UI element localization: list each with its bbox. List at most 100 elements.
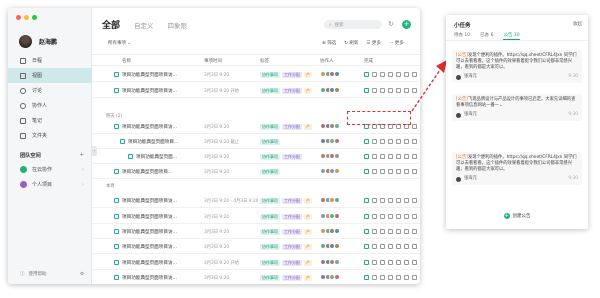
task-checkbox[interactable] (114, 72, 119, 77)
action-icon[interactable] (396, 275, 401, 280)
task-checkbox[interactable] (114, 275, 119, 280)
action-icon[interactable] (380, 169, 385, 174)
action-icon[interactable] (388, 260, 393, 265)
action-icon[interactable] (388, 198, 393, 203)
action-icon[interactable] (396, 244, 401, 249)
action-icon[interactable] (380, 198, 385, 203)
table-row[interactable]: 项目功能典型页面项目... 3月3日 9:20 截止 协作事项 (92, 135, 420, 149)
action-icon[interactable] (380, 139, 385, 144)
table-row[interactable]: 项目功能典型页面项目访... 3月3日 9:20 协作事项 工作分配产 (92, 68, 420, 82)
action-icon[interactable] (412, 88, 417, 93)
action-icon[interactable] (364, 275, 369, 280)
action-icon[interactable] (380, 72, 385, 77)
minimize-window-icon[interactable] (24, 15, 29, 20)
task-checkbox[interactable] (114, 260, 119, 265)
action-icon[interactable] (412, 275, 417, 280)
action-icon[interactable] (388, 214, 393, 219)
action-icon[interactable] (388, 275, 393, 280)
create-announcement-button[interactable]: + 创建公告 (446, 213, 588, 219)
table-row[interactable]: 项目功能典型页面... 3月3日 9:20 协作事项 工作分配 (92, 150, 420, 164)
action-icon[interactable] (372, 275, 377, 280)
action-icon[interactable] (412, 198, 417, 203)
action-icon[interactable] (372, 260, 377, 265)
task-checkbox[interactable] (114, 229, 119, 234)
space-item[interactable]: 个人项目 › (20, 181, 84, 188)
collaborator-avatars[interactable] (320, 138, 340, 144)
action-icon[interactable] (396, 154, 401, 159)
sidebar-item-schedule[interactable]: 日程 (8, 53, 92, 68)
collaborator-avatars[interactable] (320, 153, 340, 159)
table-row[interactable]: 项目功能典型页面项目访... 3月3日 9:20 开始 协作事项 工作分配产 (92, 84, 420, 98)
action-icon[interactable] (372, 244, 377, 249)
table-row[interactable]: 项目功能典型页面项目访... 3月3日 9:20 协作事项 工作分配产 (92, 210, 420, 224)
action-icon[interactable] (388, 154, 393, 159)
task-title[interactable]: 项目功能典型页面项目访... (122, 214, 186, 220)
action-icon[interactable] (364, 214, 369, 219)
action-icon[interactable] (380, 214, 385, 219)
task-checkbox[interactable] (114, 169, 119, 174)
space-item[interactable]: 在云协作 › (20, 166, 84, 173)
task-checkbox[interactable] (120, 139, 125, 144)
tab-done[interactable]: 已办 6 (480, 32, 493, 40)
action-icon[interactable] (412, 139, 417, 144)
action-icon[interactable] (412, 260, 417, 265)
table-row[interactable]: 项目功能典型页面项目访... 3月3日 9:20 - 4月3日 9:20 协作事项工… (92, 194, 420, 208)
action-icon[interactable] (404, 198, 409, 203)
action-icon[interactable] (396, 139, 401, 144)
task-title[interactable]: 项目功能典型页面项目访... (122, 124, 186, 130)
action-icon[interactable] (396, 72, 401, 77)
task-title[interactable]: 项目功能典型页面项目访... (122, 260, 186, 266)
action-icon[interactable] (372, 139, 377, 144)
collaborator-avatars[interactable] (320, 197, 340, 203)
action-icon[interactable] (364, 88, 369, 93)
tab-custom[interactable]: 自定义 (134, 20, 154, 30)
action-icon[interactable] (364, 154, 369, 159)
announcement-card[interactable]: [公告]发现个便利的插件。https://qq.sheet/CFRL4Jxn 同… (452, 152, 582, 185)
action-icon[interactable] (404, 275, 409, 280)
column-tag[interactable]: 标签 (260, 58, 269, 64)
action-icon[interactable] (388, 229, 393, 234)
collaborator-avatars[interactable] (320, 71, 340, 77)
action-icon[interactable] (364, 139, 369, 144)
action-icon[interactable] (412, 72, 417, 77)
action-icon[interactable] (404, 169, 409, 174)
column-name[interactable]: 名称 (122, 58, 131, 64)
action-icon[interactable] (364, 260, 369, 265)
action-icon[interactable] (412, 169, 417, 174)
table-row[interactable]: 项目功能典型页面项目... 3月3日 9:20 协作事项 (92, 165, 420, 179)
action-icon[interactable] (372, 154, 377, 159)
action-icon[interactable] (404, 72, 409, 77)
action-icon[interactable] (396, 229, 401, 234)
task-title[interactable]: 项目功能典型页面项目访... (122, 275, 186, 281)
action-icon[interactable] (364, 198, 369, 203)
table-row[interactable]: 项目功能典型页面项目访... 3月3日 9:20 协作事项 工作分配产 (92, 271, 420, 284)
task-title[interactable]: 项目功能典型页面项目访... (122, 198, 186, 204)
collaborator-avatars[interactable] (320, 243, 340, 249)
table-row[interactable]: 项目功能典型页面项目访... 3月3日 9:20 协作事项 工作分配产 (92, 225, 420, 239)
refresh-icon[interactable]: ↻ (388, 20, 394, 28)
action-icon[interactable] (412, 229, 417, 234)
column-people[interactable]: 协作人 (320, 58, 334, 64)
action-icon[interactable] (404, 139, 409, 144)
action-icon[interactable] (412, 244, 417, 249)
action-icon[interactable] (364, 169, 369, 174)
sidebar-item-notes[interactable]: 笔记 (8, 113, 92, 128)
settings-icon[interactable]: ⚙ (80, 272, 84, 277)
action-icon[interactable] (364, 72, 369, 77)
task-title[interactable]: 项目功能典型页面... (136, 154, 200, 160)
sidebar-item-views[interactable]: 视图 (8, 68, 92, 83)
action-icon[interactable] (404, 244, 409, 249)
add-space-button[interactable]: + (80, 152, 84, 158)
help-link[interactable]: ⓘ 使用帮助 ⚙ (20, 271, 84, 278)
column-progress[interactable]: 完成 (364, 58, 373, 64)
action-icon[interactable] (372, 72, 377, 77)
task-title[interactable]: 项目功能典型页面项目... (122, 169, 186, 175)
action-icon[interactable] (372, 169, 377, 174)
action-icon[interactable] (380, 260, 385, 265)
action-icon[interactable] (396, 169, 401, 174)
task-checkbox[interactable] (114, 88, 119, 93)
refresh-button[interactable]: ↻ 刷新 (344, 40, 358, 46)
action-icon[interactable] (396, 198, 401, 203)
action-icon[interactable] (412, 124, 417, 129)
announcement-card[interactable]: [公告]飞现品牌设计与产品设计的事项已启定。大家先详细的查看事项信息网站一番一⌄… (452, 94, 582, 121)
